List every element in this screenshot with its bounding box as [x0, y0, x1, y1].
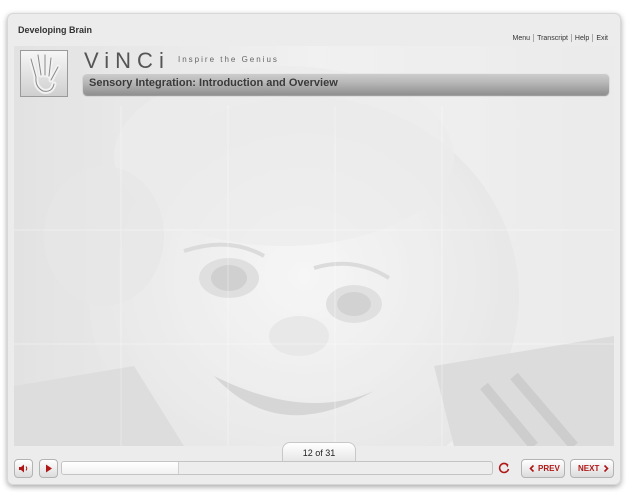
play-icon [46, 464, 52, 473]
logo-badge [20, 50, 68, 97]
course-player: Developing Brain Menu Transcript Help Ex… [7, 13, 621, 485]
slide-stage: ViNCi Inspire the Genius Sensory Integra… [14, 46, 614, 446]
next-button[interactable]: NEXT [570, 459, 614, 478]
volume-button[interactable] [14, 459, 33, 478]
hand-logo-icon [28, 52, 61, 94]
module-title-bar: Sensory Integration: Introduction and Ov… [83, 73, 609, 95]
prev-button[interactable]: PREV [521, 459, 565, 478]
baby-photo-background [14, 46, 614, 446]
chevron-left-icon [529, 464, 535, 473]
progress-fill [62, 462, 180, 474]
progress-bar[interactable] [61, 461, 493, 475]
play-button[interactable] [39, 459, 58, 478]
module-title: Sensory Integration: Introduction and Ov… [89, 77, 338, 89]
course-title: Developing Brain [18, 25, 93, 35]
help-link[interactable]: Help [572, 35, 592, 42]
menu-link[interactable]: Menu [510, 35, 534, 42]
playback-controls: PREV NEXT [14, 458, 614, 479]
volume-icon [19, 464, 28, 473]
next-label: NEXT [578, 464, 600, 473]
replay-button[interactable] [497, 461, 511, 475]
replay-icon [498, 462, 510, 474]
brand-name: ViNCi [84, 48, 170, 73]
exit-link[interactable]: Exit [593, 35, 611, 42]
chevron-right-icon [603, 464, 609, 473]
prev-label: PREV [538, 464, 560, 473]
transcript-link[interactable]: Transcript [534, 35, 571, 42]
brand-tagline: Inspire the Genius [178, 55, 279, 64]
top-navigation: Menu Transcript Help Exit [510, 34, 611, 42]
